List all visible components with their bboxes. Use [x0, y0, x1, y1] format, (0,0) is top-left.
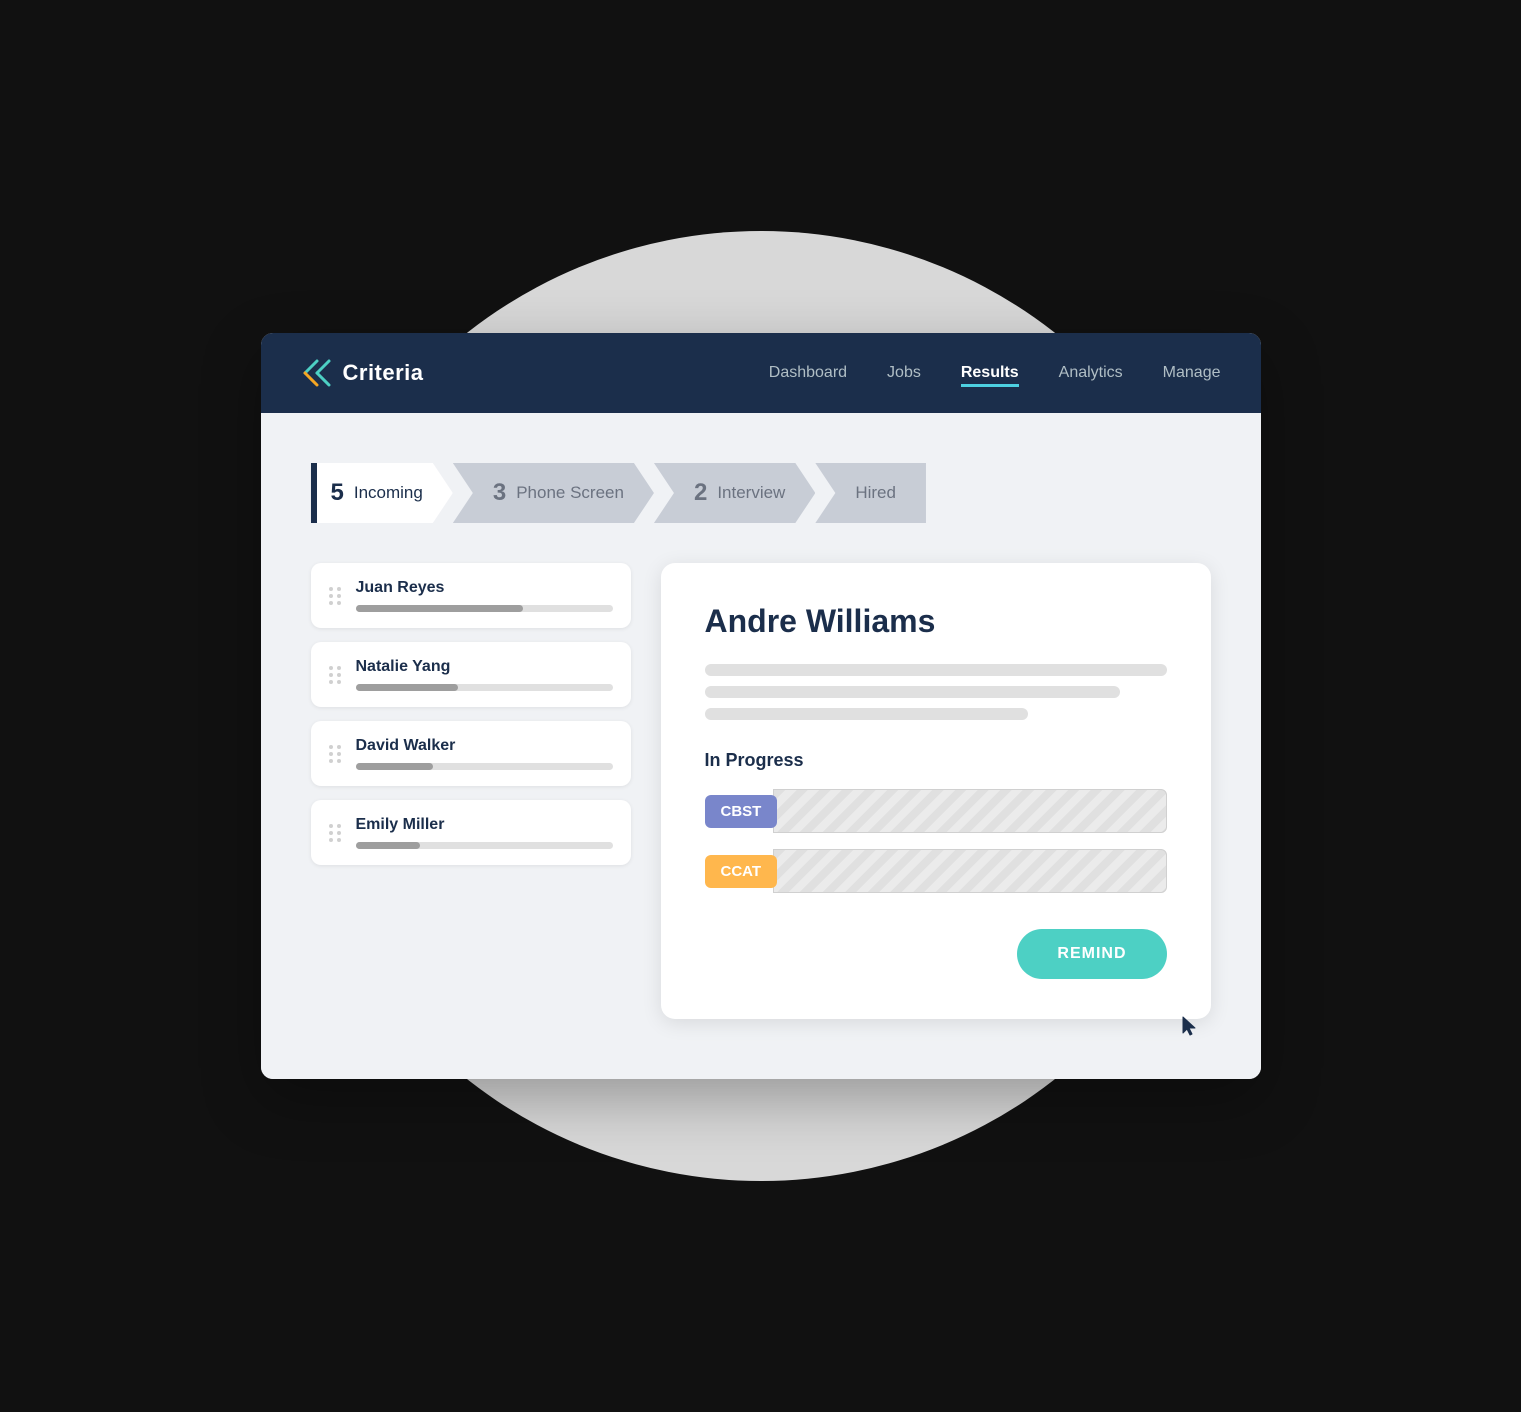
drag-handle-3	[329, 745, 342, 763]
stage-phone-screen[interactable]: 3 Phone Screen	[453, 463, 654, 523]
candidates-list: Juan Reyes Natalie	[311, 563, 631, 865]
candidate-name-natalie: Natalie Yang	[356, 658, 613, 676]
logo-text: Criteria	[343, 360, 424, 386]
stage-hired-label: Hired	[855, 483, 896, 503]
nav-results[interactable]: Results	[961, 360, 1019, 387]
browser-window: Criteria Dashboard Jobs Results Analytic…	[261, 333, 1261, 1079]
stage-interview-label: Interview	[717, 483, 785, 503]
assessment-progress-cbst	[773, 789, 1166, 833]
assessment-row-ccat: CCAT	[705, 849, 1167, 893]
score-bar-bg-juan	[356, 605, 613, 612]
assessment-badge-ccat: CCAT	[705, 855, 778, 888]
drag-handle-4	[329, 824, 342, 842]
stage-hired[interactable]: Hired	[815, 463, 926, 523]
pipeline: 5 Incoming 3 Phone Screen 2 Interview Hi…	[311, 463, 1211, 523]
score-bar-bg-natalie	[356, 684, 613, 691]
detail-line-3	[705, 708, 1028, 720]
assessment-row-cbst: CBST	[705, 789, 1167, 833]
logo-area: Criteria	[301, 357, 424, 389]
score-bar-fill-natalie	[356, 684, 459, 691]
navbar: Criteria Dashboard Jobs Results Analytic…	[261, 333, 1261, 413]
score-bar-bg-david	[356, 763, 613, 770]
detail-panel: Andre Williams In Progress CBST CCAT	[661, 563, 1211, 1019]
stage-incoming-label: Incoming	[354, 483, 423, 503]
detail-line-2	[705, 686, 1121, 698]
detail-lines	[705, 664, 1167, 720]
main-layout: Juan Reyes Natalie	[311, 563, 1211, 1019]
stage-phone-number: 3	[493, 479, 506, 507]
drag-handle	[329, 587, 342, 605]
candidate-info-emily: Emily Miller	[356, 816, 613, 849]
nav-analytics[interactable]: Analytics	[1059, 360, 1123, 386]
drag-handle-2	[329, 666, 342, 684]
candidate-card-david[interactable]: David Walker	[311, 721, 631, 786]
candidate-info-natalie: Natalie Yang	[356, 658, 613, 691]
candidate-info-juan: Juan Reyes	[356, 579, 613, 612]
criteria-logo-icon	[301, 357, 333, 389]
content-area: 5 Incoming 3 Phone Screen 2 Interview Hi…	[261, 413, 1261, 1079]
remind-button[interactable]: REMIND	[1017, 929, 1166, 979]
candidate-card-emily[interactable]: Emily Miller	[311, 800, 631, 865]
stage-interview[interactable]: 2 Interview	[654, 463, 815, 523]
score-bar-bg-emily	[356, 842, 613, 849]
nav-dashboard[interactable]: Dashboard	[769, 360, 847, 386]
nav-links: Dashboard Jobs Results Analytics Manage	[769, 360, 1221, 387]
candidate-name-juan: Juan Reyes	[356, 579, 613, 597]
assessment-badge-cbst: CBST	[705, 795, 778, 828]
assessment-progress-ccat	[773, 849, 1166, 893]
nav-jobs[interactable]: Jobs	[887, 360, 921, 386]
candidate-card-juan[interactable]: Juan Reyes	[311, 563, 631, 628]
cursor-icon	[1181, 1015, 1201, 1039]
nav-manage[interactable]: Manage	[1163, 360, 1221, 386]
clearfix: REMIND	[705, 909, 1167, 979]
stage-interview-number: 2	[694, 479, 707, 507]
detail-candidate-name: Andre Williams	[705, 603, 1167, 640]
candidate-info-david: David Walker	[356, 737, 613, 770]
score-bar-fill-emily	[356, 842, 420, 849]
stage-incoming-number: 5	[331, 479, 344, 507]
stage-incoming[interactable]: 5 Incoming	[311, 463, 453, 523]
detail-line-1	[705, 664, 1167, 676]
in-progress-label: In Progress	[705, 750, 1167, 771]
score-bar-fill-juan	[356, 605, 523, 612]
stage-phone-label: Phone Screen	[516, 483, 624, 503]
score-bar-fill-david	[356, 763, 433, 770]
candidate-name-emily: Emily Miller	[356, 816, 613, 834]
candidate-card-natalie[interactable]: Natalie Yang	[311, 642, 631, 707]
outer-container: Criteria Dashboard Jobs Results Analytic…	[0, 0, 1521, 1412]
candidate-name-david: David Walker	[356, 737, 613, 755]
